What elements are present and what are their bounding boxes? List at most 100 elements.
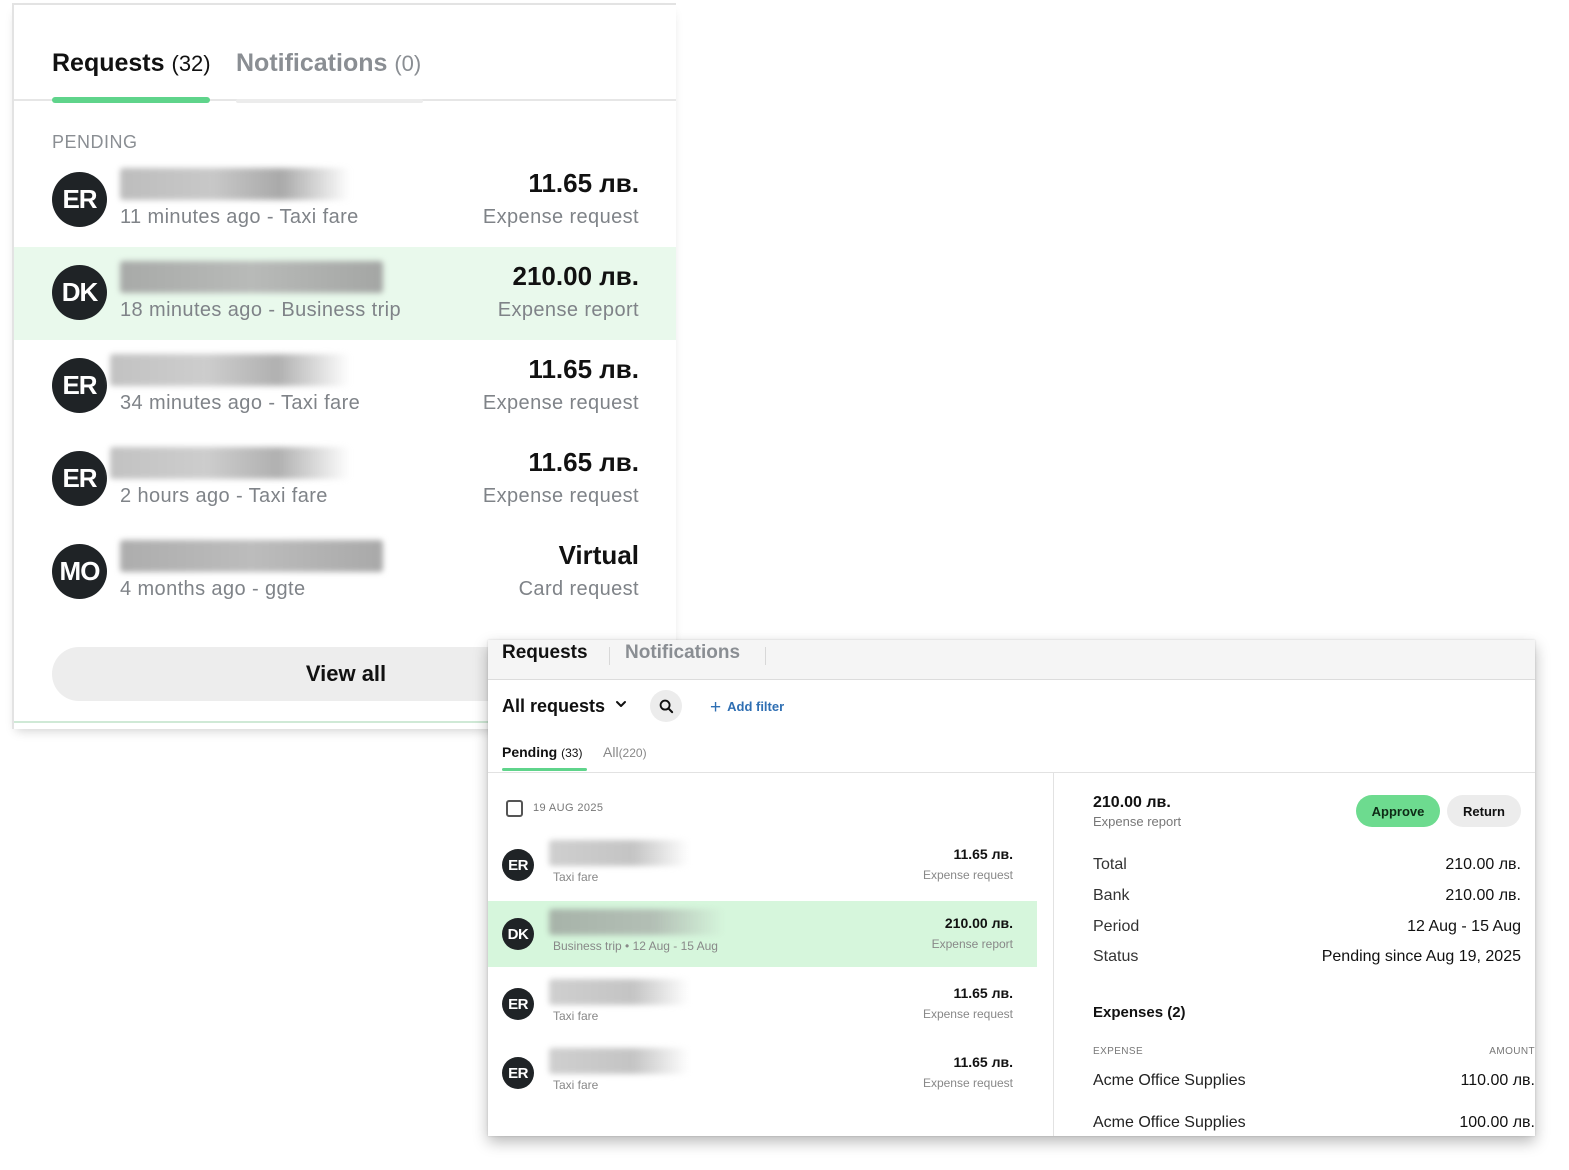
item-type: Expense request (482, 206, 639, 228)
expense-name[interactable]: Acme Office Supplies (1093, 1114, 1246, 1132)
list-item[interactable]: MO 4 months ago - ggte Virtual Card requ… (14, 526, 676, 619)
avatar: DK (52, 265, 107, 320)
tab-notifications-count: (0) (394, 51, 422, 76)
field-value-total: 210.00 лв. (1445, 856, 1521, 873)
item-amount: Virtual (558, 540, 639, 570)
search-button[interactable] (650, 690, 682, 722)
plus-icon: + (710, 697, 722, 718)
row-type: Expense request (922, 1007, 1013, 1021)
search-icon (659, 699, 673, 713)
redacted-name (549, 909, 724, 935)
item-type: Card request (518, 578, 639, 600)
section-label-pending: PENDING (52, 132, 138, 152)
field-value-period: 12 Aug - 15 Aug (1407, 918, 1521, 935)
field-value-bank: 210.00 лв. (1445, 887, 1521, 904)
field-label-period: Period (1093, 918, 1140, 935)
detail-pane: 210.00 лв. Expense report Approve Return… (1054, 773, 1535, 1136)
item-amount: 11.65 лв. (528, 447, 639, 477)
item-amount: 210.00 лв. (512, 261, 639, 291)
tab-requests-count: (32) (171, 51, 211, 76)
tab-separator (765, 647, 766, 665)
redacted-name (549, 1048, 689, 1074)
return-button[interactable]: Return (1447, 795, 1521, 827)
redacted-name (549, 840, 689, 866)
redacted-name (120, 168, 350, 200)
avatar: ER (502, 1057, 534, 1089)
redacted-name (110, 447, 350, 479)
active-subtab-indicator (502, 768, 587, 771)
avatar: ER (52, 358, 107, 413)
item-subtitle: 18 minutes ago - Business trip (120, 299, 402, 321)
active-tab-indicator (52, 97, 210, 103)
table-row[interactable]: ER Taxi fare 11.65 лв. Expense request (488, 971, 1037, 1037)
table-row[interactable]: DK Business trip • 12 Aug - 15 Aug 210.0… (488, 901, 1037, 967)
list-item[interactable]: ER 2 hours ago - Taxi fare 11.65 лв. Exp… (14, 433, 676, 526)
list-item[interactable]: ER 11 minutes ago - Taxi fare 11.65 лв. … (14, 154, 676, 247)
inactive-tab-indicator (236, 99, 423, 103)
subtab-pending-count: (33) (561, 746, 583, 760)
approve-button[interactable]: Approve (1356, 795, 1440, 827)
column-header-expense: EXPENSE (1093, 1046, 1144, 1057)
subtab-pending[interactable]: Pending (33) (502, 744, 582, 760)
requests-widget: Requests (32) Notifications (0) PENDING … (12, 3, 676, 729)
add-filter-label: Add filter (727, 699, 785, 714)
list-item[interactable]: DK 18 minutes ago - Business trip 210.00… (14, 247, 676, 340)
select-all-checkbox[interactable] (506, 800, 523, 817)
item-subtitle: 4 months ago - ggte (120, 578, 306, 600)
list-item[interactable]: ER 34 minutes ago - Taxi fare 11.65 лв. … (14, 340, 676, 433)
row-amount: 11.65 лв. (953, 1054, 1013, 1070)
item-subtitle: 11 minutes ago - Taxi fare (120, 206, 359, 228)
redacted-name (120, 540, 383, 572)
chevron-down-icon[interactable] (614, 697, 628, 711)
row-amount: 11.65 лв. (953, 846, 1013, 862)
avatar: ER (52, 172, 107, 227)
table-row[interactable]: ER Taxi fare 11.65 лв. Expense request (488, 1040, 1037, 1106)
tab-requests[interactable]: Requests (32) (52, 49, 211, 103)
field-label-bank: Bank (1093, 887, 1130, 904)
expense-name[interactable]: Acme Office Supplies (1093, 1072, 1246, 1090)
row-subtitle: Business trip • 12 Aug - 15 Aug (553, 939, 718, 953)
expense-amount: 110.00 лв. (1460, 1072, 1535, 1089)
requests-app-panel: Requests Notifications All requests + Add… (488, 640, 1535, 1136)
subtab-all[interactable]: All(220) (603, 744, 647, 760)
item-amount: 11.65 лв. (528, 168, 639, 198)
row-subtitle: Taxi fare (553, 1009, 599, 1023)
tab-notifications-label: Notifications (236, 49, 388, 77)
avatar: ER (52, 451, 107, 506)
date-group-label: 19 AUG 2025 (533, 802, 604, 814)
subtab-pending-label: Pending (502, 744, 558, 760)
column-header-amount: AMOUNT (1489, 1046, 1535, 1057)
avatar: DK (502, 918, 534, 950)
item-type: Expense report (497, 299, 639, 321)
row-amount: 11.65 лв. (953, 985, 1013, 1001)
redacted-name (549, 979, 689, 1005)
item-type: Expense request (482, 392, 639, 414)
all-requests-dropdown[interactable]: All requests (502, 696, 605, 717)
subtab-all-label: All (603, 744, 619, 760)
tab-separator (609, 647, 610, 665)
add-filter-button[interactable]: + Add filter (710, 697, 784, 719)
row-subtitle: Taxi fare (553, 870, 599, 884)
row-type: Expense request (922, 868, 1013, 882)
expenses-heading: Expenses (2) (1093, 1004, 1186, 1021)
field-label-total: Total (1093, 856, 1127, 873)
field-label-status: Status (1093, 948, 1139, 965)
avatar: ER (502, 988, 534, 1020)
row-type: Expense request (922, 1076, 1013, 1090)
expense-amount: 100.00 лв. (1459, 1114, 1535, 1131)
table-row[interactable]: ER Taxi fare 11.65 лв. Expense request (488, 832, 1037, 898)
row-amount: 210.00 лв. (944, 915, 1013, 931)
widget-tab-bar: Requests (32) Notifications (0) (14, 5, 676, 103)
tab-notifications[interactable]: Notifications (0) (236, 49, 423, 103)
detail-amount: 210.00 лв. (1093, 794, 1171, 811)
tab-notifications[interactable]: Notifications (625, 642, 740, 664)
avatar: ER (502, 849, 534, 881)
tab-requests[interactable]: Requests (502, 642, 588, 664)
field-value-status: Pending since Aug 19, 2025 (1321, 948, 1521, 965)
item-subtitle: 34 minutes ago - Taxi fare (120, 392, 361, 414)
subtab-all-count: (220) (618, 746, 647, 760)
redacted-name (110, 354, 350, 386)
app-tab-bar: Requests Notifications (488, 640, 1535, 680)
item-subtitle: 2 hours ago - Taxi fare (120, 485, 328, 507)
avatar: MO (52, 544, 107, 599)
